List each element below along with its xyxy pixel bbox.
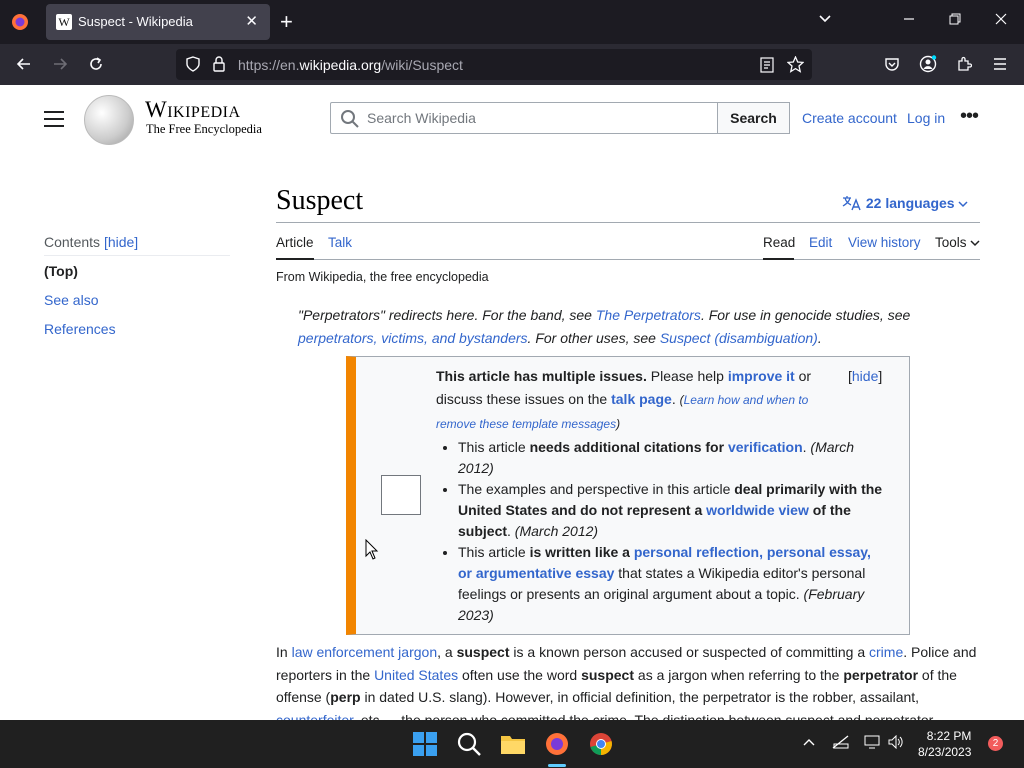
site-subtitle: From Wikipedia, the free encyclopedia [276,270,489,284]
more-options-icon[interactable]: ••• [960,105,979,128]
shield-icon[interactable] [185,56,201,77]
chevron-down-icon [958,195,969,211]
toc-hide-link[interactable]: [hide] [104,234,138,250]
display-icon[interactable] [864,735,880,752]
search-button[interactable]: Search [717,102,790,134]
lock-icon[interactable] [212,55,226,78]
clock-date: 8/23/2023 [918,745,972,759]
toc-heading: Contents [hide] [44,234,139,250]
issues-icon-placeholder [381,475,421,515]
main-menu-icon[interactable] [44,111,64,132]
reader-view-icon[interactable] [760,57,774,78]
close-window-icon[interactable] [994,12,1008,32]
firefox-view-icon[interactable] [10,12,30,32]
tab-article[interactable]: Article [276,235,314,250]
verification-link[interactable]: verification [728,439,803,455]
notification-badge[interactable]: 2 [988,736,1003,751]
toc-divider [44,255,230,256]
multiple-issues-box: This article has multiple issues. Please… [346,356,910,635]
restore-icon[interactable] [948,12,962,32]
windows-start-icon[interactable] [412,731,438,757]
mouse-cursor-icon [365,538,379,566]
page-title: Suspect [276,185,364,216]
app-menu-icon[interactable] [990,54,1010,74]
account-icon[interactable] [918,54,938,74]
issue-personal-essay: This article is written like a personal … [458,542,888,626]
issues-hide-toggle[interactable]: [hide] [848,368,882,384]
article-paragraph: In law enforcement jargon, a suspect is … [276,641,980,720]
tab-close-icon[interactable]: ✕ [245,12,258,30]
worldwide-view-link[interactable]: worldwide view [706,502,809,518]
show-hidden-icons-icon[interactable] [803,735,815,750]
address-bar[interactable]: https://en.wikipedia.org/wiki/Suspect [176,49,812,80]
translate-icon [842,195,866,211]
search-input[interactable]: Search Wikipedia [330,102,718,134]
reload-icon[interactable] [86,54,106,74]
system-clock[interactable]: 8:22 PM 8/23/2023 [918,728,971,760]
toc-item-top[interactable]: (Top) [44,263,78,279]
taskbar-search-icon[interactable] [456,731,482,757]
tab-edit[interactable]: Edit [809,235,832,250]
volume-icon[interactable] [888,734,904,752]
clock-time: 8:22 PM [926,729,972,743]
active-app-indicator [548,764,566,767]
search-placeholder: Search Wikipedia [367,110,476,126]
improve-it-link[interactable]: improve it [728,368,795,384]
url-text: https://en.wikipedia.org/wiki/Suspect [238,57,463,73]
tab-view-history[interactable]: View history [848,235,921,250]
languages-label: 22 languages [865,195,955,211]
hatnote: "Perpetrators" redirects here. For the b… [298,307,911,346]
title-divider [276,222,980,223]
tab-article-underline [276,258,314,260]
tab-talk[interactable]: Talk [328,235,352,250]
create-account-link[interactable]: Create account [802,110,897,126]
wikipedia-favicon-icon: W [56,14,72,30]
tab-title: Suspect - Wikipedia [78,14,193,29]
list-all-tabs-icon[interactable] [818,12,832,32]
tab-read-underline [763,258,794,260]
forward-icon[interactable] [50,54,70,74]
issues-list: This article needs additional citations … [458,437,888,626]
browser-tab-active[interactable]: W Suspect - Wikipedia ✕ [46,4,270,40]
browser-navbar: https://en.wikipedia.org/wiki/Suspect [0,44,1024,85]
hatnote-link-genocide[interactable]: perpetrators, victims, and bystanders [298,330,528,346]
united-states-link[interactable]: United States [374,667,458,683]
issues-intro: This article has multiple issues. Please… [436,368,812,431]
web-page: Wikipedia The Free Encyclopedia Search W… [0,85,1024,720]
tab-read[interactable]: Read [763,235,795,250]
new-tab-icon[interactable]: + [280,8,293,36]
issue-worldwide-view: The examples and perspective in this art… [458,479,888,542]
browser-titlebar: W Suspect - Wikipedia ✕ + [0,0,1024,44]
network-offline-icon[interactable] [832,735,850,752]
firefox-taskbar-icon[interactable] [544,731,570,757]
crime-link[interactable]: crime [869,644,903,660]
pocket-icon[interactable] [882,54,902,74]
extensions-icon[interactable] [954,54,974,74]
languages-button[interactable]: 22 languages [842,195,969,211]
tab-tools[interactable]: Tools [935,235,980,250]
issue-citations: This article needs additional citations … [458,437,888,479]
hatnote-link-band[interactable]: The Perpetrators [596,307,701,323]
chrome-icon[interactable] [588,731,614,757]
wikipedia-globe-logo[interactable] [84,95,134,145]
tabs-divider [276,259,980,260]
counterfeiter-link[interactable]: counterfeiter [276,712,353,721]
law-enforcement-jargon-link[interactable]: law enforcement jargon [292,644,438,660]
file-explorer-icon[interactable] [500,731,526,757]
search-icon [340,109,360,134]
wikipedia-wordmark[interactable]: Wikipedia [145,97,241,123]
bookmark-star-icon[interactable] [786,55,805,78]
talk-page-link[interactable]: talk page [611,391,672,407]
log-in-link[interactable]: Log in [907,110,945,126]
wikipedia-tagline: The Free Encyclopedia [146,122,262,136]
toc-item-references[interactable]: References [44,321,116,337]
toc-item-see-also[interactable]: See also [44,292,98,308]
windows-taskbar: 8:22 PM 8/23/2023 2 [0,720,1024,768]
back-icon[interactable] [14,54,34,74]
hatnote-link-disambiguation[interactable]: Suspect (disambiguation) [660,330,818,346]
minimize-icon[interactable] [903,12,915,32]
